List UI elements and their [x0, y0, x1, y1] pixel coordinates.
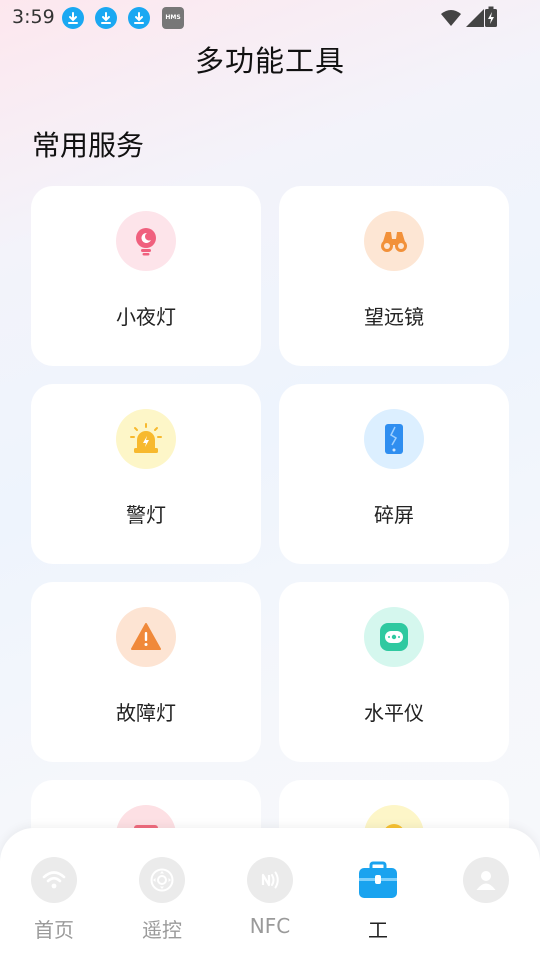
binoculars-icon: [364, 211, 424, 271]
download-icon: [128, 7, 150, 29]
tab-profile[interactable]: [432, 828, 540, 960]
alarm-light-icon: [116, 409, 176, 469]
tool-label: 小夜灯: [116, 305, 176, 329]
tool-label: 警灯: [126, 503, 166, 527]
remote-control-icon: [139, 857, 185, 903]
bottom-tab-bar: 首页 遥控 NFC 工: [0, 828, 540, 960]
hms-icon: HMS: [162, 7, 184, 29]
wifi-icon: [31, 857, 77, 903]
battery-icon: [485, 6, 497, 27]
night-light-icon: [116, 211, 176, 271]
tool-label: 碎屏: [374, 503, 414, 527]
tool-card-level[interactable]: 水平仪: [279, 582, 509, 762]
warning-triangle-icon: [116, 607, 176, 667]
user-icon: [463, 857, 509, 903]
tab-label: 首页: [34, 918, 74, 942]
broken-screen-icon: [364, 409, 424, 469]
tab-remote[interactable]: 遥控: [108, 828, 216, 960]
tab-home[interactable]: 首页: [0, 828, 108, 960]
download-icon: [62, 7, 84, 29]
signal-icon: [466, 9, 484, 27]
tab-tools[interactable]: 工: [324, 828, 432, 960]
tab-label: NFC: [249, 914, 291, 938]
nfc-icon: [247, 857, 293, 903]
download-icon: [95, 7, 117, 29]
tool-card-fault-light[interactable]: 故障灯: [31, 582, 261, 762]
toolbox-icon: [355, 857, 401, 903]
tool-card-alarm-light[interactable]: 警灯: [31, 384, 261, 564]
level-icon: [364, 607, 424, 667]
tool-card-binoculars[interactable]: 望远镜: [279, 186, 509, 366]
wifi-icon: [441, 10, 461, 26]
tool-card-broken-screen[interactable]: 碎屏: [279, 384, 509, 564]
tab-label: 工: [368, 918, 388, 942]
tool-card-night-light[interactable]: 小夜灯: [31, 186, 261, 366]
tool-label: 望远镜: [364, 305, 424, 329]
tool-label: 水平仪: [364, 701, 424, 725]
tab-label: 遥控: [142, 918, 182, 942]
tab-nfc[interactable]: NFC: [216, 828, 324, 960]
status-bar: 3:59 HMS: [0, 0, 540, 36]
section-title: 常用服务: [32, 129, 145, 162]
status-time: 3:59: [12, 6, 55, 28]
tool-label: 故障灯: [116, 701, 176, 725]
page-title: 多功能工具: [194, 44, 345, 78]
